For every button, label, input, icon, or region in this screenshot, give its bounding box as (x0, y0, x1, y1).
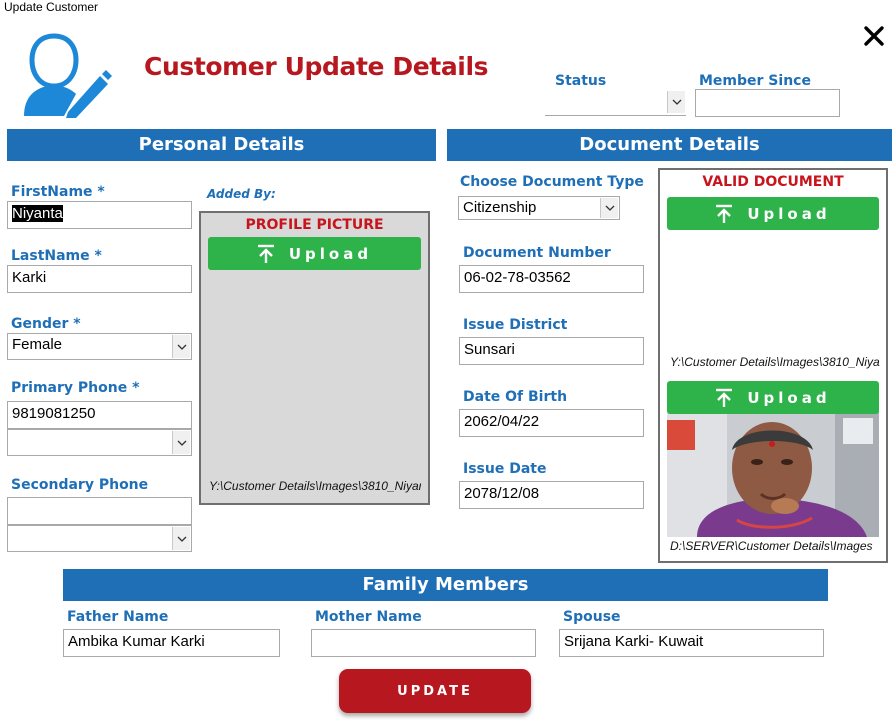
date-of-birth-input[interactable]: 2062/04/22 (459, 409, 644, 437)
first-name-label: FirstName * (11, 184, 105, 200)
document-details-header: Document Details (447, 129, 892, 161)
last-name-input[interactable]: Karki (7, 265, 192, 293)
profile-upload-button[interactable]: Upload (208, 237, 421, 270)
upload-icon (716, 388, 733, 407)
primary-phone-type-dropdown[interactable] (7, 429, 192, 456)
window-title: Update Customer (4, 0, 99, 14)
member-since-input[interactable] (695, 89, 840, 117)
valid-document-caption: VALID DOCUMENT (702, 174, 844, 190)
family-members-header: Family Members (63, 569, 828, 601)
update-button[interactable]: UPDATE (339, 669, 531, 713)
gender-label: Gender * (11, 316, 81, 332)
document-upload-button-back[interactable]: Upload (667, 381, 879, 414)
chevron-down-icon[interactable] (172, 431, 190, 454)
secondary-phone-type-dropdown[interactable] (7, 525, 192, 552)
profile-picture-caption: PROFILE PICTURE (245, 217, 384, 233)
document-photo (667, 410, 879, 537)
upload-icon (716, 204, 733, 223)
first-name-input[interactable]: Niyanta (7, 201, 192, 229)
document-back-path-text: D:\SERVER\Customer Details\Images (670, 539, 873, 553)
user-edit-icon (20, 30, 112, 118)
mother-name-input[interactable] (311, 629, 536, 657)
member-since-label: Member Since (699, 73, 811, 89)
chevron-down-icon[interactable] (667, 91, 685, 113)
date-of-birth-label: Date Of Birth (463, 389, 568, 405)
secondary-phone-input[interactable] (7, 497, 192, 525)
mother-name-label: Mother Name (315, 609, 422, 625)
document-type-dropdown[interactable]: Citizenship (458, 196, 620, 220)
document-type-label: Choose Document Type (460, 174, 644, 190)
profile-path-text: Y:\Customer Details\Images\3810_Niyanta (209, 479, 421, 493)
chevron-down-icon[interactable] (600, 198, 618, 218)
personal-details-header: Personal Details (7, 129, 436, 161)
issue-date-input[interactable]: 2078/12/08 (459, 481, 644, 509)
issue-district-input[interactable]: Sunsari (459, 337, 644, 365)
upload-icon (257, 244, 274, 263)
father-name-label: Father Name (67, 609, 169, 625)
status-dropdown[interactable] (545, 90, 686, 116)
primary-phone-input[interactable]: 9819081250 (7, 401, 192, 429)
spouse-label: Spouse (563, 609, 621, 625)
primary-phone-label: Primary Phone * (11, 380, 140, 396)
secondary-phone-label: Secondary Phone (11, 477, 149, 493)
page-title: Customer Update Details (144, 52, 489, 81)
spouse-input[interactable]: Srijana Karki- Kuwait (559, 629, 824, 657)
issue-district-label: Issue District (463, 317, 568, 333)
status-label: Status (555, 73, 607, 89)
chevron-down-icon[interactable] (172, 335, 190, 358)
father-name-input[interactable]: Ambika Kumar Karki (63, 629, 280, 657)
chevron-down-icon[interactable] (172, 527, 190, 550)
document-number-label: Document Number (463, 245, 611, 261)
added-by-label: Added By: (207, 187, 276, 201)
document-front-path-text: Y:\Customer Details\Images\3810_Niyanta (670, 355, 880, 369)
close-icon[interactable] (860, 22, 888, 50)
issue-date-label: Issue Date (463, 461, 547, 477)
last-name-label: LastName * (11, 248, 102, 264)
document-upload-button-front[interactable]: Upload (667, 197, 879, 230)
document-number-input[interactable]: 06-02-78-03562 (459, 265, 644, 293)
profile-picture-panel: PROFILE PICTURE Upload Y:\Customer Detai… (199, 211, 430, 505)
valid-document-panel: VALID DOCUMENT Upload Y:\Customer Detail… (658, 168, 888, 563)
gender-dropdown[interactable]: Female (7, 333, 192, 360)
